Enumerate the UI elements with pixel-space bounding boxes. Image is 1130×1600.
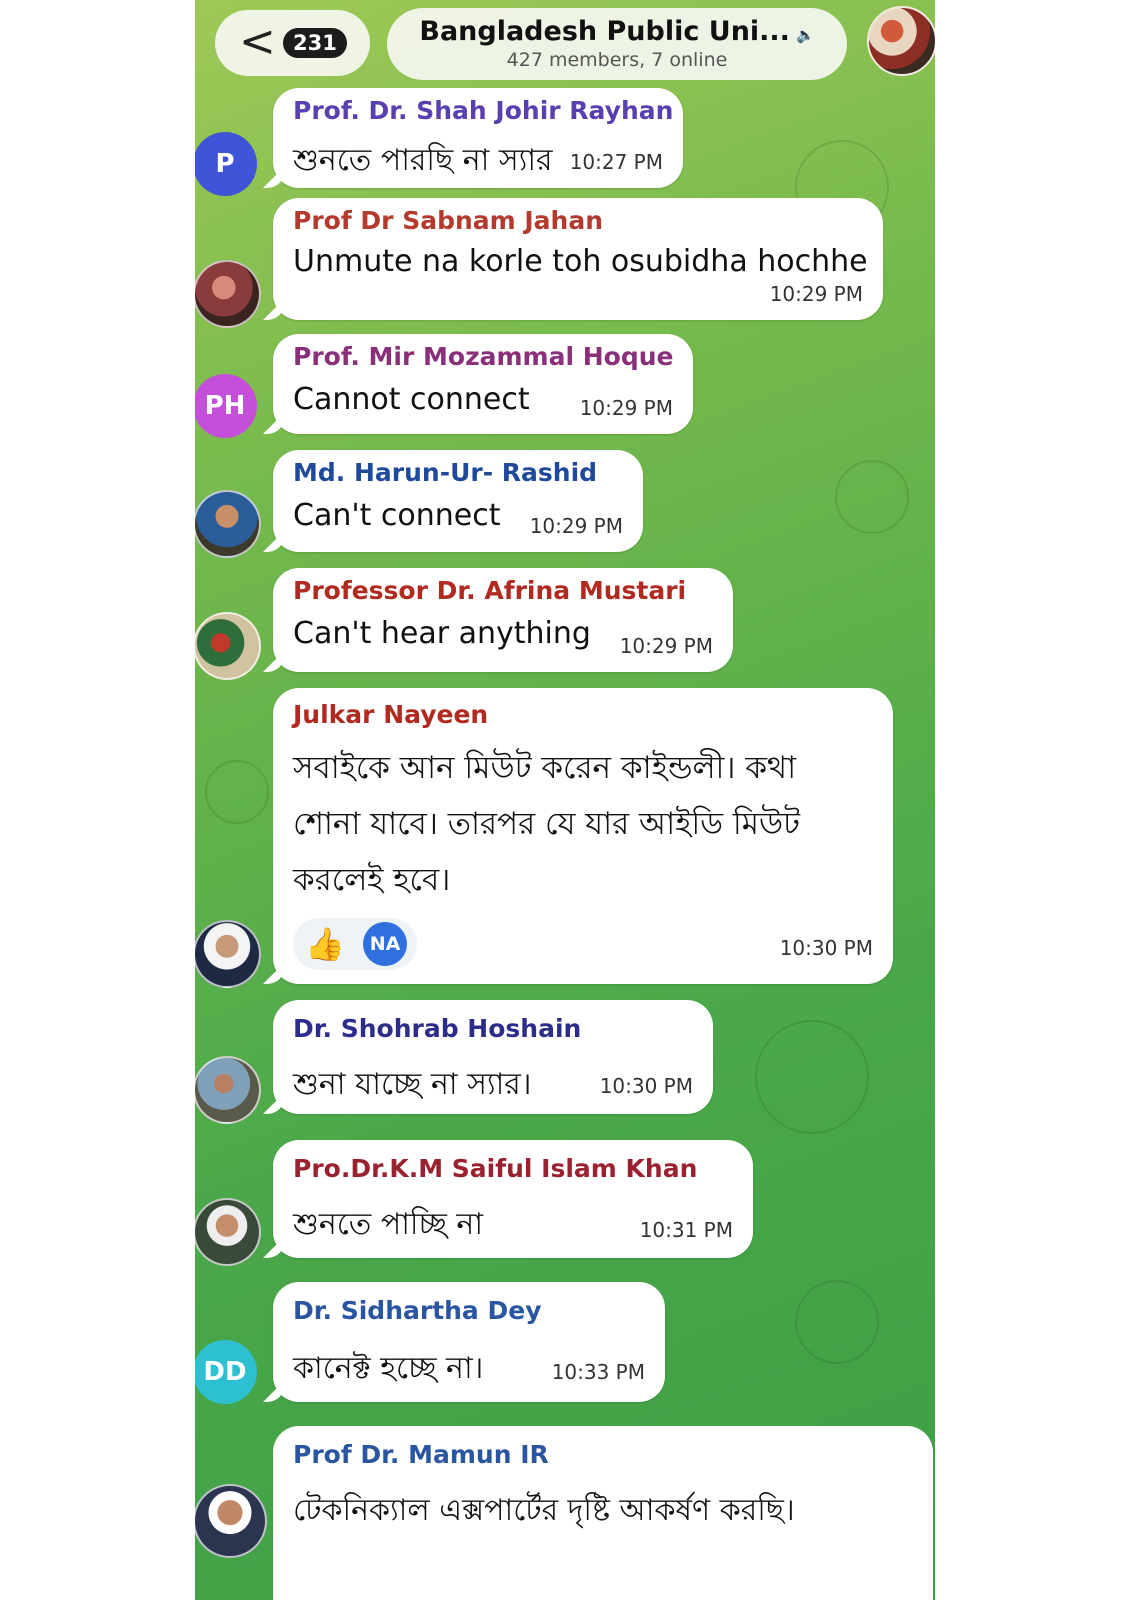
message-time: 10:33 PM	[551, 1360, 645, 1384]
message-row: Prof Dr. Mamun IR টেকনিক্যাল এক্সপার্টের…	[195, 1426, 935, 1600]
message-text: শুনা যাচ্ছে না স্যার।	[293, 1067, 532, 1102]
unread-count-badge: 231	[283, 28, 347, 58]
reactor-avatar: NA	[363, 922, 407, 966]
message-bubble[interactable]: Dr. Sidhartha Dey কানেক্ট হচ্ছে না। 10:3…	[273, 1282, 665, 1402]
message-time: 10:29 PM	[619, 634, 713, 658]
message-row: Professor Dr. Afrina Mustari Can't hear …	[195, 568, 935, 682]
message-bubble[interactable]: Prof. Dr. Shah Johir Rayhan শুনতে পারছি …	[273, 88, 683, 188]
message-text: শুনতে পাচ্ছি না	[293, 1207, 484, 1242]
message-bubble[interactable]: Julkar Nayeen সবাইকে আন মিউট করেন কাইন্ড…	[273, 688, 893, 984]
message-row: P Prof. Dr. Shah Johir Rayhan শুনতে পারছ…	[195, 88, 935, 200]
message-text: সবাইকে আন মিউট করেন কাইন্ডলী। কথা শোনা য…	[293, 750, 800, 898]
chat-member-status: 427 members, 7 online	[506, 49, 728, 71]
back-button[interactable]: < 231	[215, 10, 370, 76]
message-row: DD Dr. Sidhartha Dey কানেক্ট হচ্ছে না। 1…	[195, 1282, 935, 1412]
muted-speaker-icon: 🔈	[795, 26, 815, 44]
message-bubble[interactable]: Prof. Mir Mozammal Hoque Cannot connect …	[273, 334, 693, 434]
sender-name: Julkar Nayeen	[293, 700, 489, 729]
sender-avatar[interactable]: PH	[195, 374, 257, 438]
message-time: 10:30 PM	[599, 1074, 693, 1098]
chat-title: Bangladesh Public Uni... 🔈	[387, 16, 847, 47]
user-photo-icon[interactable]	[195, 1198, 261, 1266]
message-row: PH Prof. Mir Mozammal Hoque Cannot conne…	[195, 334, 935, 442]
user-photo-icon[interactable]	[195, 612, 261, 680]
user-photo-icon[interactable]	[195, 1056, 261, 1124]
thumbs-up-icon: 👍	[305, 925, 345, 963]
sender-name: Prof. Mir Mozammal Hoque	[293, 342, 674, 371]
message-row: Prof Dr Sabnam Jahan Unmute na korle toh…	[195, 198, 935, 328]
telegram-chat-screen: < 231 Bangladesh Public Uni... 🔈 427 memb…	[195, 0, 935, 1600]
chevron-left-icon: <	[239, 16, 276, 67]
user-photo-icon[interactable]	[195, 1484, 267, 1558]
chat-header[interactable]: Bangladesh Public Uni... 🔈 427 members, 7…	[387, 8, 847, 80]
sender-name: Prof Dr. Mamun IR	[293, 1440, 549, 1469]
chat-title-text: Bangladesh Public Uni...	[419, 16, 790, 47]
message-text: কানেক্ট হচ্ছে না।	[293, 1351, 484, 1386]
message-row: Pro.Dr.K.M Saiful Islam Khan শুনতে পাচ্ছ…	[195, 1140, 935, 1272]
message-time: 10:29 PM	[769, 282, 863, 306]
sender-name: Dr. Shohrab Hoshain	[293, 1014, 582, 1043]
message-row: Julkar Nayeen সবাইকে আন মিউট করেন কাইন্ড…	[195, 688, 935, 990]
message-bubble[interactable]: Professor Dr. Afrina Mustari Can't hear …	[273, 568, 733, 672]
message-bubble[interactable]: Prof Dr Sabnam Jahan Unmute na korle toh…	[273, 198, 883, 320]
group-avatar[interactable]	[867, 6, 935, 76]
message-row: Dr. Shohrab Hoshain শুনা যাচ্ছে না স্যার…	[195, 1000, 935, 1128]
message-text: Cannot connect	[293, 382, 530, 417]
sender-name: Prof. Dr. Shah Johir Rayhan	[293, 96, 674, 125]
message-row: Md. Harun-Ur- Rashid Can't connect 10:29…	[195, 450, 935, 560]
message-bubble[interactable]: Dr. Shohrab Hoshain শুনা যাচ্ছে না স্যার…	[273, 1000, 713, 1114]
message-bubble[interactable]: Pro.Dr.K.M Saiful Islam Khan শুনতে পাচ্ছ…	[273, 1140, 753, 1258]
message-time: 10:27 PM	[569, 150, 663, 174]
message-bubble[interactable]: Prof Dr. Mamun IR টেকনিক্যাল এক্সপার্টের…	[273, 1426, 933, 1600]
message-time: 10:29 PM	[579, 396, 673, 420]
sender-name: Dr. Sidhartha Dey	[293, 1296, 542, 1325]
message-text: Can't hear anything	[293, 616, 591, 651]
message-time: 10:31 PM	[639, 1218, 733, 1242]
message-text: টেকনিক্যাল এক্সপার্টের দৃষ্টি আকর্ষণ করছ…	[293, 1493, 795, 1528]
message-time: 10:29 PM	[529, 514, 623, 538]
sender-name: Prof Dr Sabnam Jahan	[293, 206, 604, 235]
message-text: Can't connect	[293, 498, 501, 533]
message-bubble[interactable]: Md. Harun-Ur- Rashid Can't connect 10:29…	[273, 450, 643, 552]
message-time: 10:30 PM	[779, 936, 873, 960]
message-text: Unmute na korle toh osubidha hochhe	[293, 244, 868, 279]
user-photo-icon[interactable]	[195, 260, 261, 328]
message-text: শুনতে পারছি না স্যার	[293, 143, 553, 178]
sender-name: Pro.Dr.K.M Saiful Islam Khan	[293, 1154, 698, 1183]
sender-avatar[interactable]: P	[195, 132, 257, 196]
sender-name: Professor Dr. Afrina Mustari	[293, 576, 687, 605]
reaction-chip[interactable]: 👍 NA	[293, 918, 417, 970]
sender-avatar[interactable]: DD	[195, 1340, 257, 1404]
user-photo-icon[interactable]	[195, 490, 261, 558]
user-photo-icon[interactable]	[195, 920, 261, 988]
sender-name: Md. Harun-Ur- Rashid	[293, 458, 598, 487]
